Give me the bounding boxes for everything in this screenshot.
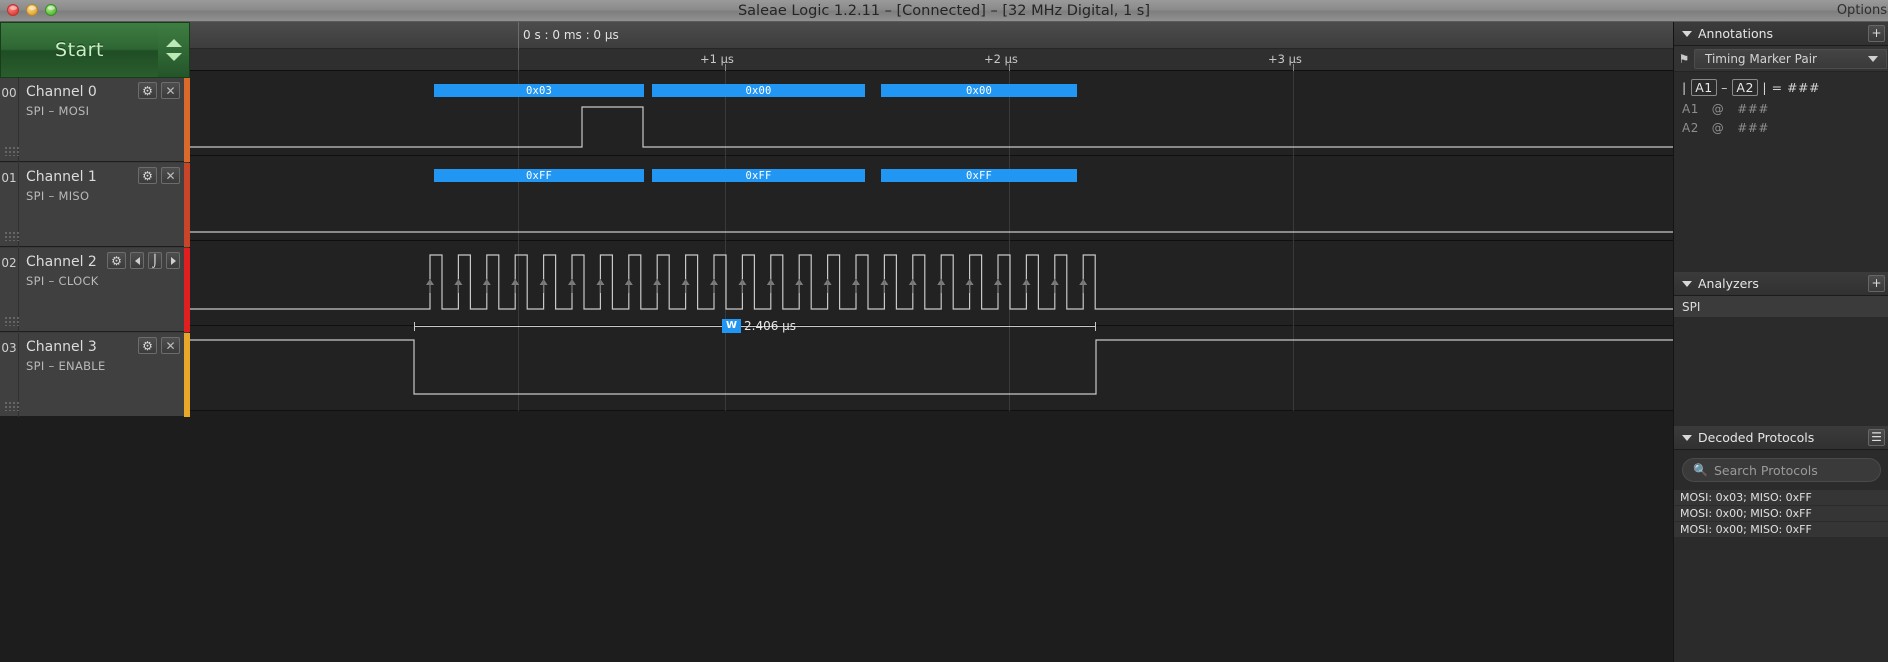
channel-resize-grip[interactable] (4, 231, 20, 241)
waveform-lane-miso[interactable]: 0xFF 0xFF 0xFF (190, 156, 1673, 241)
protocol-row[interactable]: MOSI: 0x03; MISO: 0xFF (1674, 490, 1888, 506)
analyzers-header[interactable]: Analyzers + (1674, 272, 1888, 296)
channel-buttons-2: ⚙ ⌡ (107, 252, 180, 269)
previous-edge-icon[interactable] (130, 252, 144, 269)
protocol-search-placeholder: Search Protocols (1713, 462, 1818, 478)
channel-resize-grip[interactable] (4, 146, 20, 156)
timing-marker-value: 2.406 µs (744, 319, 797, 333)
edge-trigger-icon[interactable]: ⌡ (148, 252, 162, 269)
annotation-row-a1: A1 @ ### (1682, 102, 1769, 116)
decoded-protocols-header[interactable]: Decoded Protocols ☰ (1674, 426, 1888, 450)
analyzers-title: Analyzers (1698, 276, 1759, 291)
channel-name-3: Channel 3 (26, 339, 97, 355)
gear-icon[interactable]: ⚙ (138, 337, 157, 354)
protocol-row[interactable]: MOSI: 0x00; MISO: 0xFF (1674, 506, 1888, 522)
timeline-tick-label-3: +3 µs (1268, 52, 1302, 66)
waveform-trace-clock (190, 254, 1673, 310)
timing-marker-badge: W (722, 319, 742, 333)
channel-resize-grip[interactable] (4, 401, 20, 411)
chevron-down-icon[interactable] (1868, 55, 1878, 62)
channel-row-0[interactable]: 00 Channel 0 SPI – MOSI ⚙ ✕ (0, 78, 190, 162)
annotations-panel: Annotations + ⚑ Timing Marker Pair | A1 … (1674, 22, 1888, 272)
annotations-header[interactable]: Annotations + (1674, 22, 1888, 46)
right-sidebar: Annotations + ⚑ Timing Marker Pair | A1 … (1673, 22, 1888, 662)
timeline-ruler[interactable]: 0 s : 0 ms : 0 µs (190, 22, 1673, 49)
channel-name-1: Channel 1 (26, 169, 97, 185)
channel-analyzer-label-0: SPI – MOSI (26, 104, 90, 118)
timing-measurement-marker[interactable]: W 2.406 µs (414, 319, 1096, 335)
stepper-down-icon[interactable] (165, 53, 182, 61)
timeline-tick-label-1: +1 µs (700, 52, 734, 66)
annotations-title: Annotations (1698, 26, 1774, 41)
channel-analyzer-label-2: SPI – CLOCK (26, 274, 99, 288)
channel-row-3[interactable]: 03 Channel 3 SPI – ENABLE ⚙ ✕ (0, 333, 190, 417)
channel-panel: Start 00 Channel 0 SPI – MOSI ⚙ ✕ 01 Cha… (0, 22, 190, 417)
annotation-row-a2: A2 @ ### (1682, 121, 1769, 135)
chevron-down-icon[interactable] (1682, 280, 1692, 287)
waveform-area[interactable]: 0 s : 0 ms : 0 µs +1 µs +2 µs +3 µs 0x03… (190, 22, 1673, 662)
waveform-lane-enable[interactable] (190, 326, 1673, 411)
search-icon: 🔍 (1693, 463, 1708, 477)
start-row: Start (0, 22, 190, 78)
waveform-lane-mosi[interactable]: 0x03 0x00 0x00 (190, 71, 1673, 156)
gear-icon[interactable]: ⚙ (138, 167, 157, 184)
marker-a2-chip[interactable]: A2 (1732, 79, 1758, 96)
window-title: Saleae Logic 1.2.11 – [Connected] – [32 … (737, 3, 1151, 19)
close-icon[interactable]: ✕ (161, 337, 180, 354)
gear-icon[interactable]: ⚙ (138, 82, 157, 99)
waveform-lane-clock[interactable] (190, 241, 1673, 326)
annotation-result: ### (1787, 80, 1820, 95)
capture-settings-steppers (158, 22, 190, 78)
add-annotation-button[interactable]: + (1868, 25, 1885, 42)
timeline-subruler[interactable]: +1 µs +2 µs +3 µs (190, 49, 1673, 71)
decoded-protocols-panel: Decoded Protocols ☰ 🔍 Search Protocols M… (1674, 426, 1888, 662)
annotations-body: | A1 – A2 | = ### A1 @ ### A2 @ ### (1674, 72, 1888, 135)
window-titlebar: Saleae Logic 1.2.11 – [Connected] – [32 … (0, 0, 1888, 22)
chevron-down-icon[interactable] (1682, 30, 1692, 37)
channel-buttons-1: ⚙ ✕ (138, 167, 180, 184)
channel-row-2[interactable]: 02 Channel 2 SPI – CLOCK ⚙ ⌡ (0, 248, 190, 332)
stepper-up-icon[interactable] (165, 39, 182, 47)
start-capture-button[interactable]: Start (0, 22, 158, 78)
protocol-row[interactable]: MOSI: 0x00; MISO: 0xFF (1674, 522, 1888, 538)
add-analyzer-button[interactable]: + (1868, 275, 1885, 292)
options-button[interactable]: Options (1837, 0, 1888, 22)
next-edge-icon[interactable] (166, 252, 180, 269)
timing-marker-pair-label: Timing Marker Pair (1705, 51, 1817, 66)
analyzer-item-spi[interactable]: SPI (1674, 296, 1888, 318)
channel-resize-grip[interactable] (4, 316, 20, 326)
marker-a1-chip[interactable]: A1 (1691, 79, 1717, 96)
close-icon[interactable]: ✕ (161, 167, 180, 184)
channel-buttons-0: ⚙ ✕ (138, 82, 180, 99)
annotation-equation: | A1 – A2 | = ### (1682, 79, 1820, 96)
timeline-zero-label: 0 s : 0 ms : 0 µs (523, 28, 619, 42)
channel-analyzer-label-3: SPI – ENABLE (26, 359, 106, 373)
decoded-protocols-options-button[interactable]: ☰ (1868, 429, 1885, 446)
flag-icon: ⚑ (1678, 51, 1690, 66)
timing-marker-pair-select[interactable]: Timing Marker Pair (1694, 48, 1887, 69)
chevron-down-icon[interactable] (1682, 434, 1692, 441)
close-icon[interactable]: ✕ (161, 82, 180, 99)
channel-name-2: Channel 2 (26, 254, 97, 270)
waveform-trace-miso (190, 231, 1673, 233)
channel-buttons-3: ⚙ ✕ (138, 337, 180, 354)
decoded-protocols-title: Decoded Protocols (1698, 430, 1815, 445)
protocol-search-wrap: 🔍 Search Protocols (1674, 450, 1888, 490)
timing-marker-pair-row[interactable]: ⚑ Timing Marker Pair (1674, 46, 1888, 72)
waveform-trace-mosi (190, 106, 1673, 148)
protocol-search-box[interactable]: 🔍 Search Protocols (1682, 458, 1881, 482)
channel-analyzer-label-1: SPI – MISO (26, 189, 90, 203)
saleae-logic-window: Saleae Logic 1.2.11 – [Connected] – [32 … (0, 0, 1888, 662)
timeline-tick-label-2: +2 µs (984, 52, 1018, 66)
gear-icon[interactable]: ⚙ (107, 252, 126, 269)
channel-name-0: Channel 0 (26, 84, 97, 100)
waveform-trace-enable (190, 339, 1673, 395)
channel-row-1[interactable]: 01 Channel 1 SPI – MISO ⚙ ✕ (0, 163, 190, 247)
